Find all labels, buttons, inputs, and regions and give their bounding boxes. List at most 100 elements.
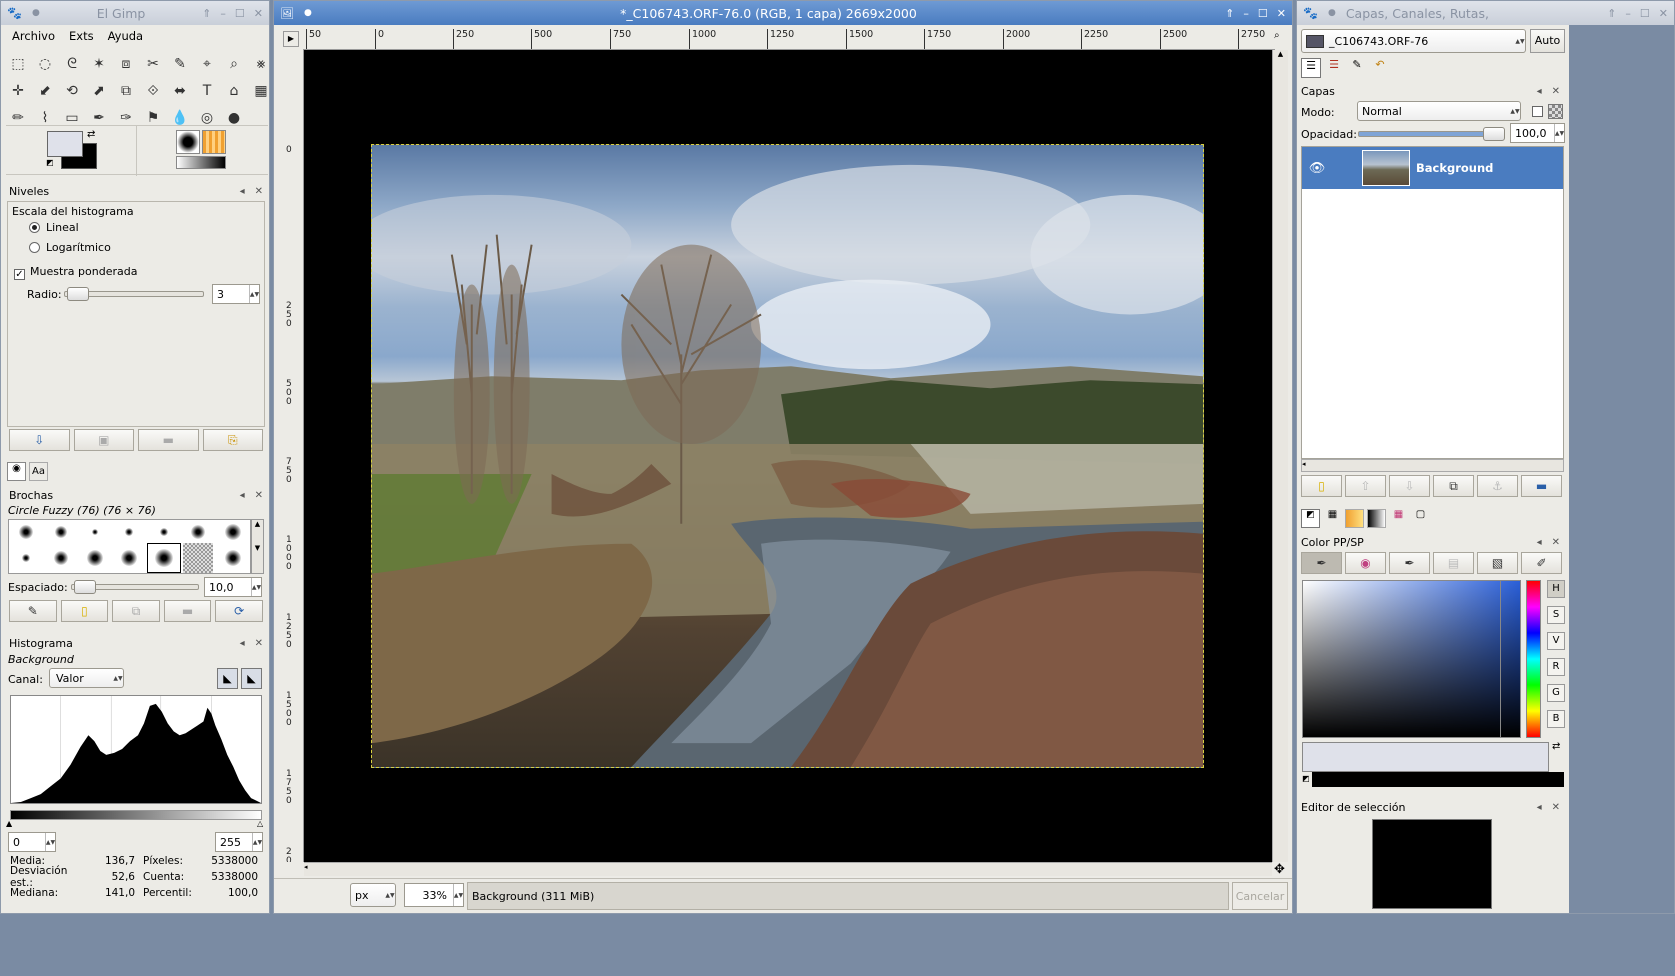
raise-layer-button[interactable]: ⇧ xyxy=(1345,475,1386,497)
spacing-slider[interactable] xyxy=(71,580,199,594)
load-button[interactable]: ⇩ xyxy=(9,429,70,451)
layer-name[interactable]: Background xyxy=(1416,161,1493,175)
save-settings-button[interactable]: ▣ xyxy=(73,429,134,451)
edit-brush-button[interactable]: ✎ xyxy=(9,600,57,622)
tool-button[interactable]: ⬚ xyxy=(5,50,31,77)
weighted-checkbox[interactable]: ✓ Muestra ponderada xyxy=(14,265,137,280)
duplicate-layer-button[interactable]: ⧉ xyxy=(1433,475,1474,497)
tab-channels[interactable]: ☰ xyxy=(1324,58,1344,78)
log-radio[interactable]: Logarítmico xyxy=(29,241,111,254)
close-dock-icon[interactable]: ✕ xyxy=(1552,537,1560,548)
tab-templates[interactable]: ▢ xyxy=(1411,509,1430,528)
tab-undo[interactable]: ↶ xyxy=(1370,58,1390,78)
brush-item[interactable] xyxy=(78,543,112,573)
opacity-spin[interactable]: 100,0 ▲▼ xyxy=(1510,123,1565,143)
canvas[interactable] xyxy=(304,50,1272,862)
tool-button[interactable]: ⬈ xyxy=(86,77,112,104)
menu-exts[interactable]: Exts xyxy=(69,29,94,43)
tool-button[interactable]: ⧉ xyxy=(113,77,139,104)
opacity-slider[interactable] xyxy=(1358,127,1505,141)
vertical-ruler[interactable]: 0 250 500 750 1000 1250 1500 1750 2000 xyxy=(282,50,304,862)
tool-button[interactable]: ◌ xyxy=(32,50,58,77)
roll-up-icon[interactable]: ⇑ xyxy=(202,7,211,20)
channel-toggle-v[interactable]: V xyxy=(1547,632,1565,650)
delete-brush-button[interactable]: ▬ xyxy=(163,600,212,622)
brush-indicator[interactable] xyxy=(176,130,200,154)
foreground-color-swatch[interactable] xyxy=(47,131,83,157)
reset-button[interactable]: ▬ xyxy=(138,429,199,451)
tool-button[interactable]: ⟲ xyxy=(59,77,85,104)
image-titlebar[interactable]: 🖼 ● *_C106743.ORF-76.0 (RGB, 1 capa) 266… xyxy=(274,1,1292,25)
gradient-indicator[interactable] xyxy=(176,156,226,169)
tab-brushes[interactable]: ◉ xyxy=(7,462,26,481)
color-plane[interactable] xyxy=(1302,580,1521,738)
brush-item[interactable] xyxy=(78,520,112,543)
new-layer-button[interactable]: ▯ xyxy=(1301,475,1342,497)
selection-preview[interactable] xyxy=(1372,819,1492,909)
close-dock-icon[interactable]: ✕ xyxy=(255,186,263,197)
lower-layer-button[interactable]: ⇩ xyxy=(1389,475,1430,497)
minimize-icon[interactable]: – xyxy=(1625,7,1631,20)
minimize-icon[interactable]: – xyxy=(1243,7,1249,20)
brush-item[interactable] xyxy=(216,543,250,573)
bg-color-preview[interactable] xyxy=(1312,772,1564,787)
brush-scrollbar[interactable]: ▲ ▼ xyxy=(251,519,264,574)
auto-button[interactable]: Auto xyxy=(1530,29,1565,53)
tool-button[interactable]: ᘓ xyxy=(59,50,85,77)
close-dock-icon[interactable]: ✕ xyxy=(255,490,263,501)
picker-selector-button[interactable]: ✐ xyxy=(1521,552,1562,574)
close-icon[interactable]: ✕ xyxy=(1277,7,1286,20)
delete-layer-button[interactable]: ▬ xyxy=(1521,475,1562,497)
range-min-spin[interactable]: 0 ▲▼ xyxy=(8,832,56,852)
radius-slider[interactable] xyxy=(64,287,204,301)
unit-select[interactable]: px ▲▼ xyxy=(350,883,396,907)
tab-patterns[interactable]: ▦ xyxy=(1323,509,1342,528)
default-colors-icon[interactable]: ◩ xyxy=(46,158,54,167)
brush-item[interactable] xyxy=(9,520,43,543)
tool-button[interactable]: ⧈ xyxy=(113,50,139,77)
duplicate-brush-button[interactable]: ⧉ xyxy=(112,600,160,622)
pattern-indicator[interactable] xyxy=(202,130,226,154)
tool-button[interactable]: ✂ xyxy=(140,50,166,77)
brush-item[interactable] xyxy=(112,543,146,573)
export-button[interactable]: ⎘ xyxy=(202,429,263,451)
roll-up-icon[interactable]: ⇑ xyxy=(1607,7,1616,20)
close-icon[interactable]: ✕ xyxy=(254,7,263,20)
zoom-select[interactable]: 33% ▲▼ xyxy=(404,883,464,907)
mode-select[interactable]: Normal ▲▼ xyxy=(1357,101,1521,121)
brush-item[interactable] xyxy=(181,520,215,543)
channel-toggle-r[interactable]: R xyxy=(1547,658,1565,676)
horizontal-ruler[interactable]: 50 0 250 500 750 1000 1250 1500 1750 2000 2250 2500… xyxy=(303,28,1275,50)
tool-button[interactable]: ✛ xyxy=(5,77,31,104)
swap-colors-icon[interactable]: ⇄ xyxy=(87,129,95,140)
tool-button[interactable]: ⟐ xyxy=(140,77,166,104)
channel-toggle-h[interactable]: H xyxy=(1547,580,1565,598)
cmyk-selector-button[interactable]: ▧ xyxy=(1477,552,1518,574)
roll-up-icon[interactable]: ⇑ xyxy=(1225,7,1234,20)
tool-button[interactable]: ⌂ xyxy=(221,77,247,104)
close-icon[interactable]: ✕ xyxy=(1659,7,1668,20)
brush-item[interactable] xyxy=(9,543,43,573)
brush-item[interactable] xyxy=(147,520,181,543)
tab-menu-icon[interactable]: ◂ xyxy=(240,638,245,649)
window-menu-icon[interactable]: ● xyxy=(32,8,40,18)
cancel-button[interactable]: Cancelar xyxy=(1232,882,1288,910)
range-max-handle[interactable]: △ xyxy=(257,819,263,828)
tool-button[interactable]: ⌖ xyxy=(194,50,220,77)
tool-button[interactable]: ▦ xyxy=(248,77,269,104)
tool-button[interactable]: ✶ xyxy=(86,50,112,77)
tab-menu-icon[interactable]: ◂ xyxy=(1537,537,1542,548)
brush-item[interactable] xyxy=(146,543,182,573)
brush-item[interactable] xyxy=(43,543,77,573)
channel-toggle-b[interactable]: B xyxy=(1547,710,1565,728)
layers-hscroll[interactable]: ◂ xyxy=(1301,459,1564,472)
tab-menu-icon[interactable]: ◂ xyxy=(240,490,245,501)
brush-item[interactable] xyxy=(112,520,146,543)
tab-menu-icon[interactable]: ◂ xyxy=(1537,86,1542,97)
tool-button[interactable]: ⬌ xyxy=(167,77,193,104)
horizontal-scrollbar[interactable]: ◂ xyxy=(304,862,1272,876)
layers-dock-titlebar[interactable]: 🐾 ● Capas, Canales, Rutas, ⇑ – ☐ ✕ xyxy=(1297,1,1674,25)
spacing-spin[interactable]: 10,0 ▲▼ xyxy=(204,577,262,597)
tab-layers[interactable]: ☰ xyxy=(1301,58,1321,78)
tool-button[interactable]: T xyxy=(194,77,220,104)
